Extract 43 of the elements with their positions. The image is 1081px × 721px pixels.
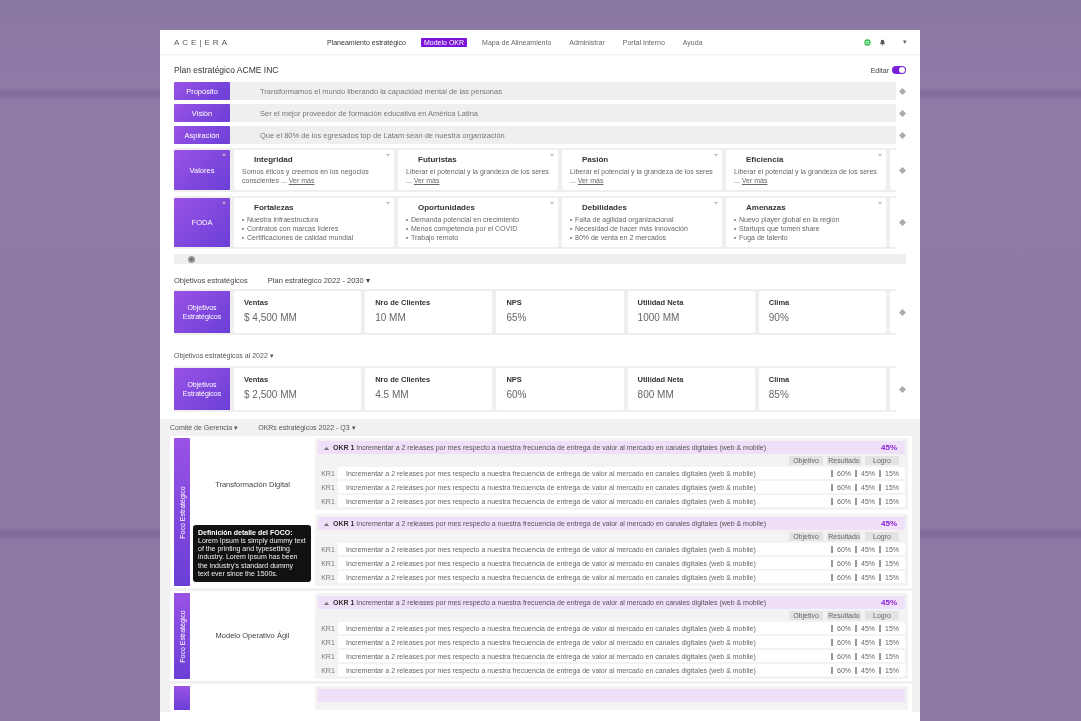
chevron-icon <box>324 445 329 450</box>
metric-value: 4.5 MM <box>375 389 410 401</box>
metric-value: 60% <box>506 389 528 401</box>
card-title: Amenazas <box>745 203 787 213</box>
metric-value: 10 MM <box>375 312 407 324</box>
card-title: Oportunidades <box>417 203 476 213</box>
metric-value: 85% <box>768 389 790 401</box>
caret-icon <box>386 153 390 157</box>
metric-value: $ 4,500 MM <box>244 312 298 324</box>
diamond-icon <box>899 87 906 95</box>
diamond-icon <box>899 131 906 139</box>
diamond-icon <box>899 219 906 227</box>
logo: ACE|ERA <box>174 37 231 47</box>
card-title: Fortalezas <box>253 203 295 213</box>
metric-value: 90% <box>768 312 790 324</box>
caret-icon <box>878 153 882 157</box>
metric-value: 65% <box>506 312 528 324</box>
page-title: Plan estratégico ACME INC <box>174 65 279 75</box>
diamond-icon <box>899 308 906 316</box>
card-title: Debilidades <box>581 203 628 213</box>
edit-toggle[interactable] <box>892 66 906 74</box>
metric-value: 1000 MM <box>637 312 681 324</box>
focus-bar <box>174 686 190 711</box>
diamond-icon <box>899 109 906 117</box>
card-title: Pasión <box>581 155 610 164</box>
okr-percentage: 45% <box>881 598 897 608</box>
bell-icon <box>879 38 886 46</box>
caret-icon <box>222 153 226 157</box>
card-title: Integridad <box>253 155 294 164</box>
chevron-icon <box>324 600 329 605</box>
metric-value: $ 2,500 MM <box>244 389 298 401</box>
metric-value: 800 MM <box>637 389 675 401</box>
card-title: Eficiencia <box>745 155 785 164</box>
chevron-icon <box>324 521 329 526</box>
diamond-icon <box>899 385 906 393</box>
caret-icon <box>714 153 718 157</box>
chat-icon <box>864 38 871 46</box>
caret-icon <box>550 153 554 157</box>
diamond-icon <box>899 166 906 174</box>
card-title: Futuristas <box>417 155 458 164</box>
okr-percentage: 45% <box>881 519 897 529</box>
okr-percentage: 45% <box>881 443 897 453</box>
scroll-handle-icon <box>188 255 195 263</box>
